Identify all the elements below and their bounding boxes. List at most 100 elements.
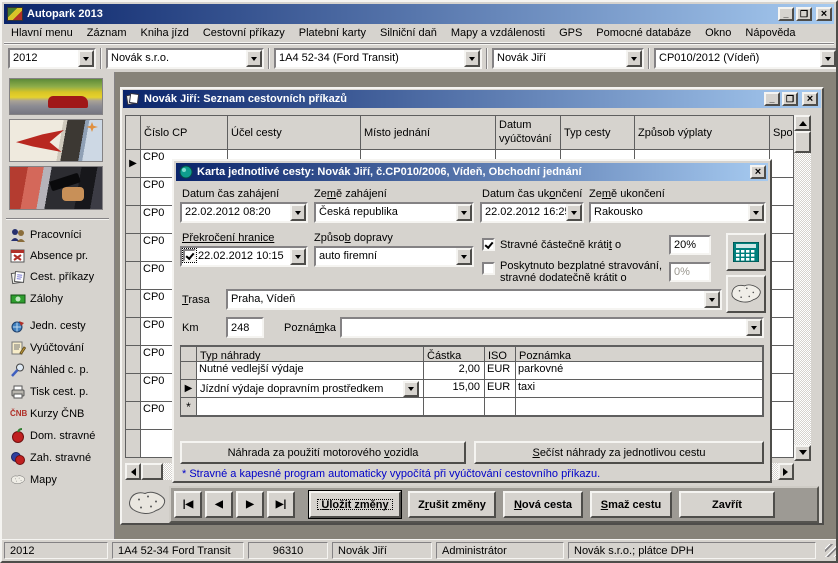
- sidebar-item-nahled-cp[interactable]: Náhled c. p.: [10, 360, 89, 379]
- menu-okno[interactable]: Okno: [698, 25, 738, 41]
- cell[interactable]: [770, 374, 794, 402]
- cell[interactable]: [770, 206, 794, 234]
- nav-next-button[interactable]: ▶: [236, 491, 264, 518]
- free-meals-checkbox[interactable]: [482, 262, 495, 275]
- column-header[interactable]: Místo jednání: [361, 115, 496, 150]
- sidebar-item-kurzy-cnb[interactable]: ČNB Kurzy ČNB: [10, 404, 84, 423]
- sidebar-item-tisk-cest-p[interactable]: Tisk cest. p.: [10, 382, 88, 401]
- expense-type-cell[interactable]: Nutné vedlejší výdaje: [197, 362, 424, 380]
- cell[interactable]: [770, 402, 794, 430]
- trip-combobox[interactable]: CP010/2012 (Vídeň): [654, 48, 838, 69]
- expense-note-cell[interactable]: parkovné: [516, 362, 763, 380]
- expense-amount-cell[interactable]: 15,00: [424, 380, 485, 398]
- column-header[interactable]: Účel cesty: [228, 115, 361, 150]
- cell[interactable]: [770, 150, 794, 178]
- vehicle-combobox[interactable]: 1A4 52-34 (Ford Transit): [274, 48, 482, 69]
- dropdown-arrow-icon[interactable]: [704, 291, 720, 308]
- start-country-combobox[interactable]: Česká republika: [314, 202, 474, 223]
- menu-pomocne-databaze[interactable]: Pomocné databáze: [589, 25, 698, 41]
- end-datetime-combobox[interactable]: 22.02.2012 16:25: [480, 202, 584, 223]
- expense-new-row[interactable]: *: [181, 398, 763, 416]
- dropdown-arrow-icon[interactable]: [456, 248, 472, 265]
- row-selector[interactable]: ▶: [181, 380, 197, 398]
- start-datetime-combobox[interactable]: 22.02.2012 08:20: [180, 202, 308, 223]
- scroll-left-button[interactable]: [125, 463, 141, 480]
- close-dialog-button[interactable]: Zavřít: [679, 491, 775, 518]
- cell[interactable]: [424, 398, 485, 416]
- dropdown-arrow-icon[interactable]: [626, 50, 642, 67]
- vertical-scrollbar[interactable]: [794, 115, 811, 461]
- menu-zaznam[interactable]: Záznam: [80, 25, 134, 41]
- sidebar-item-absence-pr[interactable]: Absence pr.: [10, 246, 88, 265]
- expense-iso-cell[interactable]: EUR: [485, 362, 516, 380]
- year-combobox[interactable]: 2012: [8, 48, 96, 69]
- menu-kniha-jizd[interactable]: Kniha jízd: [134, 25, 196, 41]
- column-header[interactable]: ISO: [485, 346, 516, 362]
- dropdown-arrow-icon[interactable]: [78, 50, 94, 67]
- menu-gps[interactable]: GPS: [552, 25, 589, 41]
- expense-row[interactable]: Nutné vedlejší výdaje 2,00 EUR parkovné: [181, 362, 763, 380]
- meal-reduction-percent-input[interactable]: 20%: [669, 235, 711, 255]
- menu-hlavni-menu[interactable]: Hlavní menu: [4, 25, 80, 41]
- column-header[interactable]: Typ náhrady: [197, 346, 424, 362]
- sidebar-item-vyuctovani[interactable]: Vyúčtování: [10, 338, 84, 357]
- sidebar-item-mapy[interactable]: Mapy: [10, 470, 57, 489]
- cancel-changes-button[interactable]: Zrušit změny: [408, 491, 496, 518]
- menu-silnicni-dan[interactable]: Silniční daň: [373, 25, 444, 41]
- scrollbar-thumb[interactable]: [794, 131, 811, 153]
- row-selector[interactable]: ▶: [125, 150, 141, 178]
- map-button[interactable]: [726, 275, 766, 313]
- row-selector[interactable]: [125, 234, 141, 262]
- save-changes-button[interactable]: Uložit změny: [309, 491, 401, 518]
- row-selector[interactable]: [125, 374, 141, 402]
- vehicle-compensation-button[interactable]: Náhrada za použití motorového vozidla: [180, 441, 466, 464]
- note-combobox[interactable]: [340, 317, 764, 338]
- new-trip-button[interactable]: Nová cesta: [503, 491, 583, 518]
- employee-combobox[interactable]: Novák Jiří: [492, 48, 644, 69]
- free-meals-percent-input[interactable]: 0%: [669, 262, 711, 282]
- row-selector[interactable]: [125, 402, 141, 430]
- cell[interactable]: [770, 290, 794, 318]
- dropdown-arrow-icon[interactable]: [464, 50, 480, 67]
- sidebar-item-zah-stravne[interactable]: Zah. stravné: [10, 448, 91, 467]
- expense-note-cell[interactable]: taxi: [516, 380, 763, 398]
- sidebar-item-jedn-cesty[interactable]: Jedn. cesty: [10, 316, 86, 335]
- dropdown-arrow-icon[interactable]: [748, 204, 764, 221]
- meal-reduction-checkbox[interactable]: [482, 238, 495, 251]
- dropdown-arrow-icon[interactable]: [566, 204, 582, 221]
- scroll-up-button[interactable]: [794, 115, 811, 131]
- nav-last-button[interactable]: ▶|: [267, 491, 295, 518]
- window-minimize-button[interactable]: _: [764, 92, 780, 106]
- dropdown-arrow-icon[interactable]: [290, 204, 306, 221]
- column-header[interactable]: Číslo CP: [141, 115, 228, 150]
- cell[interactable]: [197, 398, 424, 416]
- row-selector[interactable]: [181, 362, 197, 380]
- column-header[interactable]: Typ cesty: [561, 115, 635, 150]
- row-selector[interactable]: [125, 206, 141, 234]
- expense-row-selected[interactable]: ▶ Jízdní výdaje dopravním prostředkem 15…: [181, 380, 763, 398]
- column-header[interactable]: Částka: [424, 346, 485, 362]
- dropdown-arrow-icon[interactable]: [246, 50, 262, 67]
- dropdown-arrow-icon[interactable]: [820, 50, 836, 67]
- dialog-close-button[interactable]: ×: [750, 165, 766, 179]
- cell[interactable]: [516, 398, 763, 416]
- calculator-button[interactable]: [726, 233, 766, 271]
- cell[interactable]: [770, 346, 794, 374]
- maximize-button[interactable]: ❐: [796, 7, 812, 21]
- cell[interactable]: [770, 178, 794, 206]
- menu-platebni-karty[interactable]: Platební karty: [292, 25, 373, 41]
- menu-cestovni-prikazy[interactable]: Cestovní příkazy: [196, 25, 292, 41]
- window-close-button[interactable]: ×: [802, 92, 818, 106]
- column-header[interactable]: Datum vyúčtování: [496, 115, 561, 150]
- expense-amount-cell[interactable]: 2,00: [424, 362, 485, 380]
- nav-prev-button[interactable]: ◀: [205, 491, 233, 518]
- route-combobox[interactable]: Praha, Vídeň: [226, 289, 722, 310]
- border-crossing-combobox[interactable]: 22.02.2012 10:15: [180, 246, 308, 267]
- scroll-down-button[interactable]: [794, 445, 811, 461]
- row-selector[interactable]: [125, 262, 141, 290]
- km-input[interactable]: 248: [226, 317, 264, 338]
- minimize-button[interactable]: _: [778, 7, 794, 21]
- cell[interactable]: [770, 234, 794, 262]
- menu-mapy-a-vzdalenosti[interactable]: Mapy a vzdálenosti: [444, 25, 552, 41]
- dropdown-arrow-icon[interactable]: [746, 319, 762, 336]
